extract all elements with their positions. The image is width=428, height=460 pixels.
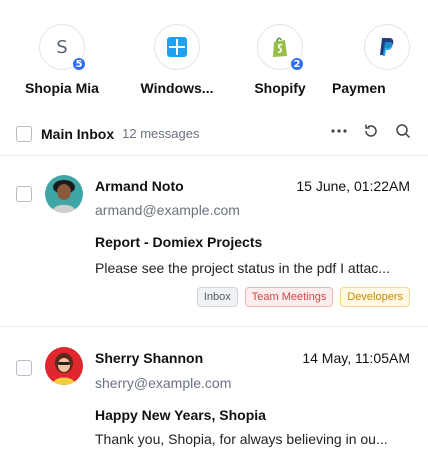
account-payment[interactable]: Paymen: [327, 24, 428, 96]
avatar-letter: S: [56, 36, 68, 58]
mail-checkbox[interactable]: [16, 186, 32, 202]
account-avatar: 2: [257, 24, 305, 72]
mail-tags: Inbox Team Meetings Developers: [196, 287, 410, 307]
refresh-icon[interactable]: [362, 122, 380, 140]
select-all-checkbox[interactable]: [16, 125, 32, 142]
search-icon[interactable]: [394, 122, 412, 140]
account-shopify[interactable]: 2 Shopify: [220, 24, 340, 96]
account-label: Shopia Mia: [25, 80, 99, 96]
avatar: [45, 347, 83, 385]
sender-name: Armand Noto: [95, 178, 184, 194]
shopify-icon: [273, 37, 287, 57]
inbox-toolbar: [330, 122, 412, 140]
inbox-title: Main Inbox: [41, 125, 115, 142]
sender-name: Sherry Shannon: [95, 350, 204, 366]
account-avatar: S 5: [39, 24, 87, 72]
mail-item[interactable]: Armand Noto 15 June, 01:22AM armand@exam…: [0, 156, 428, 327]
mail-date: 15 June, 01:22AM: [296, 178, 410, 194]
account-windows[interactable]: Windows...: [117, 24, 237, 96]
message-count: 12 messages: [122, 126, 200, 141]
avatar: [45, 175, 83, 213]
sender-email: armand@example.com: [95, 202, 240, 218]
account-label: Shopify: [254, 80, 306, 96]
mail-preview: Please see the project status in the pdf…: [95, 260, 390, 276]
sender-email: sherry@example.com: [95, 375, 232, 391]
paypal-icon: [380, 38, 394, 56]
mail-subject: Report - Domiex Projects: [95, 234, 263, 250]
windows-icon: [167, 37, 187, 57]
mail-item[interactable]: Sherry Shannon 14 May, 11:05AM sherry@ex…: [0, 328, 428, 460]
account-avatar: [364, 24, 410, 70]
mail-preview: Thank you, Shopia, for always believing …: [95, 431, 388, 447]
tag-developers[interactable]: Developers: [340, 287, 410, 307]
tag-team-meetings[interactable]: Team Meetings: [244, 287, 334, 307]
inbox-header: Main Inbox 12 messages: [0, 112, 428, 156]
account-label: Windows...: [140, 80, 214, 96]
unread-badge: 2: [289, 56, 305, 72]
unread-badge: 5: [71, 56, 87, 72]
mail-checkbox[interactable]: [16, 360, 32, 376]
account-shopia-mia[interactable]: S 5 Shopia Mia: [2, 24, 122, 96]
account-avatar: [154, 24, 200, 70]
mail-date: 14 May, 11:05AM: [302, 350, 410, 366]
accounts-row: S 5 Shopia Mia Windows... 2 Shopify Paym…: [0, 0, 428, 112]
mail-subject: Happy New Years, Shopia: [95, 407, 266, 423]
more-icon[interactable]: [330, 122, 348, 140]
tag-inbox[interactable]: Inbox: [196, 287, 238, 307]
account-label: Paymen: [332, 80, 386, 96]
